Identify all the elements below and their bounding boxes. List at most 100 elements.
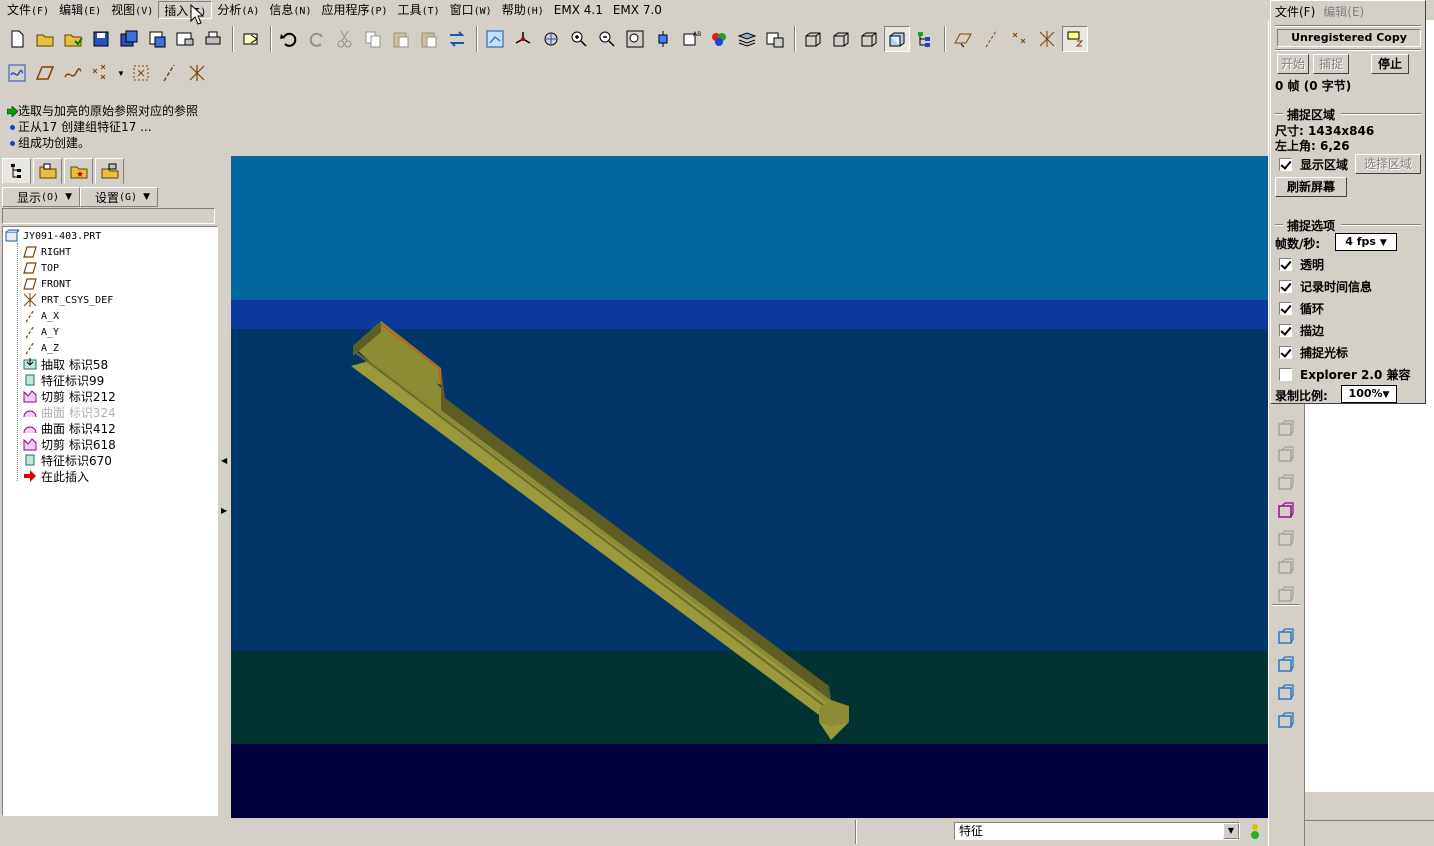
mapkey-button[interactable] xyxy=(238,26,264,52)
tree-node[interactable]: 特征标识670 xyxy=(23,452,112,468)
regenerate-button[interactable] xyxy=(444,26,470,52)
timing-info-checkbox[interactable]: 记录时间信息 xyxy=(1279,278,1372,295)
cut-button[interactable] xyxy=(332,26,358,52)
tree-node[interactable]: 在此插入 xyxy=(23,468,89,484)
chamfer-tool-icon[interactable] xyxy=(1275,584,1297,606)
collapse-left-icon[interactable]: ◀ xyxy=(221,456,227,465)
mirror-tool-icon[interactable] xyxy=(1275,654,1297,676)
transparent-checkbox[interactable]: 透明 xyxy=(1279,256,1324,273)
tree-node[interactable]: 曲面 标识412 xyxy=(23,420,116,436)
menu-7[interactable]: 工具(T) xyxy=(393,1,445,19)
selection-filter-dropdown[interactable]: 特征 ▼ xyxy=(954,822,1240,840)
tree-node[interactable]: RIGHT xyxy=(23,244,71,260)
csys-tool-button[interactable] xyxy=(184,60,210,86)
tab-folder-browser[interactable] xyxy=(33,158,62,184)
annotation-toggle-button[interactable] xyxy=(1062,26,1088,52)
trim-tool-icon[interactable] xyxy=(1275,710,1297,732)
checkbox-checked[interactable] xyxy=(1279,302,1292,315)
erase-button[interactable] xyxy=(172,26,198,52)
tab-favorites[interactable]: ★ xyxy=(64,158,93,184)
start-capture-button[interactable]: 开始 xyxy=(1277,54,1309,74)
show-region-checkbox[interactable]: 显示区域 xyxy=(1279,156,1348,173)
hole-tool-icon[interactable] xyxy=(1275,418,1297,440)
select-region-button[interactable]: 选择区域 xyxy=(1355,154,1421,174)
menu-9[interactable]: 帮助(H) xyxy=(497,1,549,19)
datum-points-toggle-button[interactable] xyxy=(1006,26,1032,52)
tree-node[interactable]: 特征标识99 xyxy=(23,372,104,388)
copy-button[interactable] xyxy=(360,26,386,52)
sketch-tool-button[interactable] xyxy=(4,60,30,86)
tree-node[interactable]: A_Z xyxy=(23,340,59,356)
chevron-down-icon[interactable]: ▼ xyxy=(1223,823,1239,839)
datum-curve-tool-button[interactable] xyxy=(60,60,86,86)
save-button[interactable] xyxy=(88,26,114,52)
zoom-out-button[interactable] xyxy=(594,26,620,52)
appearance-button[interactable] xyxy=(706,26,732,52)
repaint-button[interactable] xyxy=(482,26,508,52)
print-button[interactable] xyxy=(200,26,226,52)
paste-button[interactable] xyxy=(388,26,414,52)
explorer-compat-checkbox[interactable]: Explorer 2.0 兼容 xyxy=(1279,366,1410,383)
menu-5[interactable]: 信息(N) xyxy=(264,1,316,19)
tree-node[interactable]: TOP xyxy=(23,260,59,276)
offset-csys-point-button[interactable] xyxy=(128,60,154,86)
view-manager-button[interactable] xyxy=(762,26,788,52)
scale-select[interactable]: 100%▼ xyxy=(1341,385,1397,403)
datum-point-dropdown[interactable]: ▼ xyxy=(116,60,126,86)
viewport-canvas[interactable] xyxy=(231,156,1268,818)
loop-checkbox[interactable]: 循环 xyxy=(1279,300,1324,317)
new-file-button[interactable] xyxy=(4,26,30,52)
panel-splitter[interactable] xyxy=(219,156,229,818)
checkbox-checked[interactable] xyxy=(1279,158,1292,171)
tree-node[interactable]: 曲面 标识324 xyxy=(23,404,116,420)
tree-node[interactable]: A_X xyxy=(23,308,59,324)
tab-model-tree[interactable] xyxy=(2,158,31,184)
draft-tool-icon[interactable] xyxy=(1275,528,1297,550)
fps-select[interactable]: 4 fps ▼ xyxy=(1335,233,1397,251)
checkbox-checked[interactable] xyxy=(1279,280,1292,293)
menu-6[interactable]: 应用程序(P) xyxy=(316,1,392,19)
undo-button[interactable] xyxy=(276,26,302,52)
layers-button[interactable] xyxy=(734,26,760,52)
stop-capture-button[interactable]: 停止 xyxy=(1371,54,1409,74)
rename-button[interactable] xyxy=(144,26,170,52)
model-tree-toggle-button[interactable] xyxy=(912,26,938,52)
hidden-line-button[interactable] xyxy=(828,26,854,52)
graphics-viewport[interactable] xyxy=(231,156,1268,818)
rib-tool-icon[interactable] xyxy=(1275,472,1297,494)
show-menu-button[interactable]: 显示 (O) ▼ xyxy=(2,187,80,207)
refresh-screen-button[interactable]: 刷新屏幕 xyxy=(1275,177,1347,197)
menu-2[interactable]: 视图(V) xyxy=(106,1,158,19)
capture-menu-edit[interactable]: 编辑(E) xyxy=(1323,3,1364,20)
menu-3[interactable]: 插入(I) xyxy=(158,1,213,19)
datum-axes-toggle-button[interactable] xyxy=(978,26,1004,52)
menu-11[interactable]: EMX 7.0 xyxy=(608,1,667,19)
datum-axis-tool-button[interactable] xyxy=(156,60,182,86)
capture-button[interactable]: 捕捉 xyxy=(1313,54,1349,74)
tree-filter-bar[interactable] xyxy=(2,208,215,224)
tree-node[interactable]: PRT_CSYS_DEF xyxy=(23,292,113,308)
orient-mode-button[interactable] xyxy=(538,26,564,52)
tab-connections[interactable] xyxy=(95,158,124,184)
no-hidden-button[interactable] xyxy=(856,26,882,52)
tree-node[interactable]: 抽取 标识58 xyxy=(23,356,108,372)
refit-button[interactable] xyxy=(622,26,648,52)
menu-4[interactable]: 分析(A) xyxy=(212,1,264,19)
set-working-dir-button[interactable] xyxy=(60,26,86,52)
expand-right-icon[interactable]: ▶ xyxy=(221,506,227,515)
checkbox-checked[interactable] xyxy=(1279,324,1292,337)
tree-node[interactable]: A_Y xyxy=(23,324,59,340)
wireframe-button[interactable] xyxy=(800,26,826,52)
menu-10[interactable]: EMX 4.1 xyxy=(549,1,608,19)
tree-root-node[interactable]: JY091-403.PRT xyxy=(5,228,101,244)
menu-0[interactable]: 文件(F) xyxy=(2,1,54,19)
round-tool-icon[interactable] xyxy=(1275,556,1297,578)
menu-1[interactable]: 编辑(E) xyxy=(54,1,106,19)
datum-plane-tool-button[interactable] xyxy=(32,60,58,86)
checkbox-unchecked[interactable] xyxy=(1279,368,1292,381)
csys-toggle-button[interactable] xyxy=(1034,26,1060,52)
copy-tool-icon[interactable] xyxy=(1275,626,1297,648)
capture-menu-file[interactable]: 文件(F) xyxy=(1275,3,1315,20)
shading-button[interactable] xyxy=(884,26,910,52)
zoom-in-button[interactable] xyxy=(566,26,592,52)
